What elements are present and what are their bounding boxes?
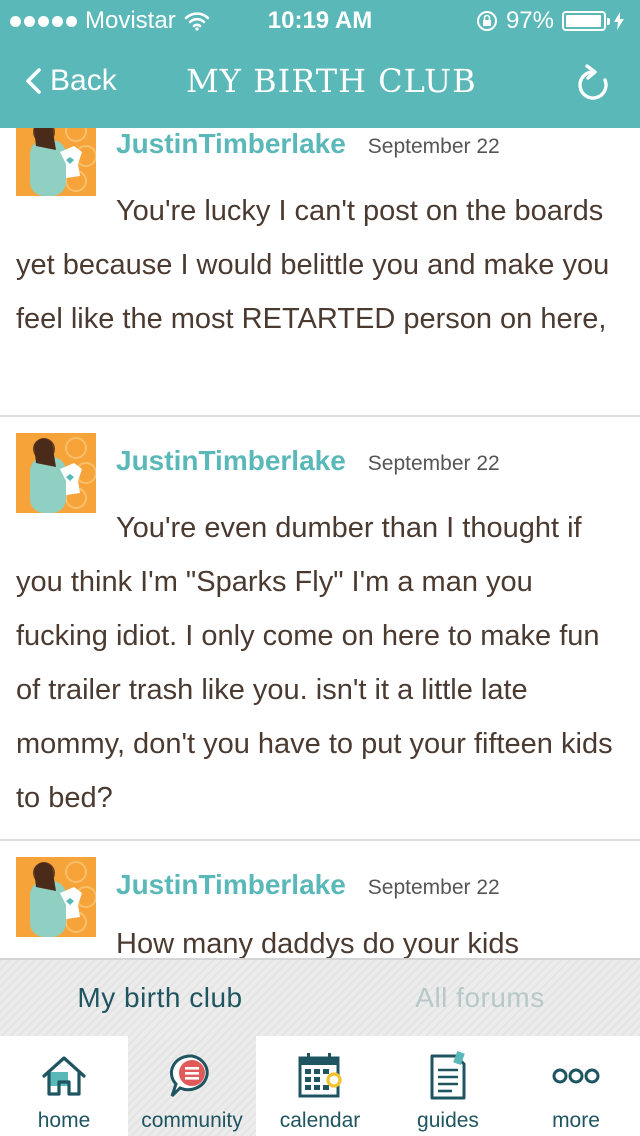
status-bar: Movistar 10:19 AM 97% xyxy=(0,0,640,40)
calendar-icon xyxy=(298,1053,342,1098)
tab-calendar-label: calendar xyxy=(279,1109,361,1132)
avatar[interactable] xyxy=(16,857,96,937)
post-text: You're even dumber than I thought if you… xyxy=(16,512,613,814)
tab-home-label: home xyxy=(37,1109,91,1132)
list-item[interactable]: JustinTimberlake September 22 You're luc… xyxy=(0,128,640,417)
post-author[interactable]: JustinTimberlake xyxy=(116,869,346,901)
more-dots-icon xyxy=(552,1068,600,1084)
tab-calendar[interactable]: calendar xyxy=(256,1036,384,1136)
post-date: September 22 xyxy=(367,876,500,899)
tab-more[interactable]: more xyxy=(512,1036,640,1136)
tab-community[interactable]: community xyxy=(128,1036,256,1136)
post-body: You're even dumber than I thought if you… xyxy=(0,417,640,825)
tab-home[interactable]: home xyxy=(0,1036,128,1136)
back-label: Back xyxy=(50,64,117,97)
post-header: JustinTimberlake September 22 xyxy=(116,445,500,477)
chevron-left-icon xyxy=(26,68,41,94)
guide-document-icon xyxy=(430,1050,466,1100)
tab-all-forums[interactable]: All forums xyxy=(320,960,640,1036)
avatar[interactable] xyxy=(16,128,96,196)
tab-my-birth-club[interactable]: My birth club xyxy=(0,960,320,1036)
board-tabs: My birth club All forums xyxy=(0,958,640,1036)
post-text: You're lucky I can't post on the boards … xyxy=(16,195,610,335)
post-date: September 22 xyxy=(367,135,500,158)
post-text: How many daddys do your kids xyxy=(116,928,519,958)
post-header: JustinTimberlake September 22 xyxy=(116,869,500,901)
back-button[interactable]: Back xyxy=(24,64,117,98)
avatar[interactable] xyxy=(16,433,96,513)
tab-guides-label: guides xyxy=(417,1109,479,1132)
tab-guides[interactable]: guides xyxy=(384,1036,512,1136)
tab-community-label: community xyxy=(141,1109,243,1132)
list-item[interactable]: JustinTimberlake September 22 You're eve… xyxy=(0,417,640,841)
battery-percent: 97% xyxy=(505,7,554,34)
post-author[interactable]: JustinTimberlake xyxy=(116,128,346,160)
post-header: JustinTimberlake September 22 xyxy=(116,128,500,160)
post-author[interactable]: JustinTimberlake xyxy=(116,445,346,477)
nav-bar: Back MY BIRTH CLUB xyxy=(0,40,640,128)
page-title: MY BIRTH CLUB xyxy=(186,62,477,100)
charging-icon xyxy=(614,12,624,30)
app-header: Movistar 10:19 AM 97% Back MY BIRTH CLUB xyxy=(0,0,640,128)
battery-group: 97% xyxy=(476,7,624,35)
refresh-icon[interactable] xyxy=(574,64,612,104)
battery-fill xyxy=(566,15,601,27)
tab-more-label: more xyxy=(552,1109,600,1132)
battery-icon xyxy=(562,11,610,31)
post-date: September 22 xyxy=(367,452,500,475)
chat-bubble-icon xyxy=(169,1054,209,1098)
rotation-lock-icon xyxy=(476,11,497,31)
home-icon xyxy=(42,1056,86,1096)
post-feed[interactable]: JustinTimberlake September 22 You're luc… xyxy=(0,128,640,958)
post-body: You're lucky I can't post on the boards … xyxy=(0,128,640,346)
bottom-tab-bar: home community calendar guides more xyxy=(0,1036,640,1136)
list-item[interactable]: JustinTimberlake September 22 How many d… xyxy=(0,841,640,958)
